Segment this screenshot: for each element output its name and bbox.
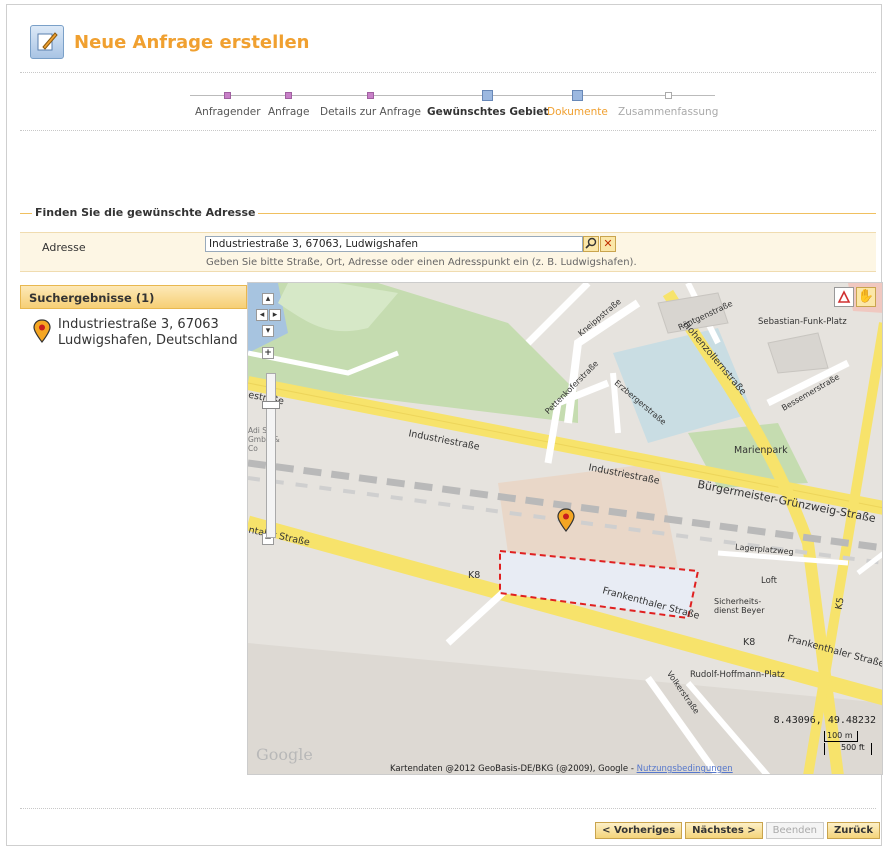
map-attribution: Kartendaten @2012 GeoBasis-DE/BKG (@2009…	[390, 764, 733, 774]
divider	[20, 72, 876, 73]
zoom-slider[interactable]	[266, 373, 276, 538]
step-label: Details zur Anfrage	[320, 106, 421, 118]
pan-up-icon[interactable]: ▴	[262, 293, 274, 305]
wizard-step-anfragender[interactable]: Anfragender	[195, 88, 261, 118]
terms-link[interactable]: Nutzungsbedingungen	[637, 764, 733, 774]
step-marker	[366, 92, 374, 99]
google-logo: Google	[256, 745, 313, 764]
step-marker	[482, 90, 494, 101]
road-number-label: K5	[833, 596, 847, 611]
zoom-slider-thumb[interactable]	[262, 401, 280, 409]
map-pin-icon	[33, 319, 51, 343]
back-button[interactable]: Zurück	[827, 822, 880, 839]
close-icon[interactable]: ✕	[600, 236, 616, 252]
wizard-steps: Anfragender Anfrage Details zur Anfrage …	[190, 88, 750, 128]
scale-imperial: 500 ft	[824, 743, 872, 755]
step-label: Anfrage	[268, 106, 310, 118]
map-pin-icon[interactable]	[556, 508, 576, 532]
wizard-step-anfrage[interactable]: Anfrage	[268, 88, 309, 118]
search-results-panel: Suchergebnisse (1) Industriestraße 3, 67…	[20, 285, 247, 775]
search-result-text: Industriestraße 3, 67063 Ludwigshafen, D…	[58, 317, 238, 349]
search-icon[interactable]	[583, 236, 599, 252]
road-number-label: K8	[468, 570, 481, 581]
draw-polygon-icon[interactable]	[834, 287, 854, 307]
search-results-header: Suchergebnisse (1)	[20, 285, 247, 309]
pan-down-icon[interactable]: ▾	[262, 325, 274, 337]
result-line-2: Ludwigshafen, Deutschland	[58, 333, 238, 348]
page-title: Neue Anfrage erstellen	[74, 31, 310, 53]
wizard-step-dokumente[interactable]: Dokumente	[547, 88, 608, 118]
previous-button[interactable]: < Vorheriges	[595, 822, 683, 839]
attribution-text: Kartendaten @2012 GeoBasis-DE/BKG (@2009…	[390, 764, 637, 774]
step-label: Gewünschtes Gebiet	[427, 106, 549, 118]
pan-left-icon[interactable]: ◂	[256, 309, 268, 321]
park-label: Marienpark	[734, 445, 788, 456]
address-hint: Geben Sie bitte Straße, Ort, Adresse ode…	[206, 257, 637, 268]
edit-document-icon	[30, 25, 64, 59]
divider	[20, 808, 876, 809]
pan-hand-icon[interactable]: ✋	[856, 287, 876, 307]
divider	[20, 130, 876, 131]
step-label: Anfragender	[195, 106, 261, 118]
place-label: Sicherheits-dienst Beyer	[714, 597, 765, 615]
pan-right-icon[interactable]: ▸	[269, 309, 281, 321]
next-button[interactable]: Nächstes >	[685, 822, 763, 839]
step-marker	[224, 92, 232, 99]
footer-buttons: < Vorheriges Nächstes > Beenden Zurück	[595, 822, 880, 839]
address-section-legend: Finden Sie die gewünschte Adresse	[20, 206, 876, 220]
step-marker	[285, 92, 293, 99]
place-label: Sebastian-Funk-Platz	[758, 317, 847, 327]
coordinates-readout: 8.43096, 49.48232	[773, 715, 876, 726]
place-label: Loft	[761, 576, 777, 586]
map-scale: 100 m 500 ft	[824, 731, 872, 755]
zoom-in-icon[interactable]: +	[262, 347, 274, 359]
title-row: Neue Anfrage erstellen	[30, 22, 310, 62]
road-number-label: K8	[743, 637, 756, 648]
result-line-1: Industriestraße 3, 67063	[58, 317, 219, 332]
step-label: Zusammenfassung	[618, 106, 719, 118]
address-label: Adresse	[42, 241, 86, 254]
place-label: Rudolf-Hoffmann-Platz	[690, 670, 785, 680]
legend-text: Finden Sie die gewünschte Adresse	[32, 206, 259, 219]
wizard-step-gebiet[interactable]: Gewünschtes Gebiet	[427, 88, 548, 118]
step-label: Dokumente	[547, 106, 608, 118]
wizard-step-details[interactable]: Details zur Anfrage	[320, 88, 421, 118]
wizard-step-zusammenfassung: Zusammenfassung	[618, 88, 718, 118]
address-input[interactable]	[205, 236, 583, 252]
scale-metric: 100 m	[824, 731, 858, 742]
address-box: Adresse ✕ Geben Sie bitte Straße, Ort, A…	[20, 232, 876, 272]
map-view[interactable]: Industriestraße Industriestraße Bürgerme…	[247, 282, 883, 775]
step-marker	[571, 90, 583, 101]
step-marker	[664, 92, 672, 99]
search-result-item[interactable]: Industriestraße 3, 67063 Ludwigshafen, D…	[20, 309, 247, 349]
finish-button[interactable]: Beenden	[765, 822, 824, 839]
